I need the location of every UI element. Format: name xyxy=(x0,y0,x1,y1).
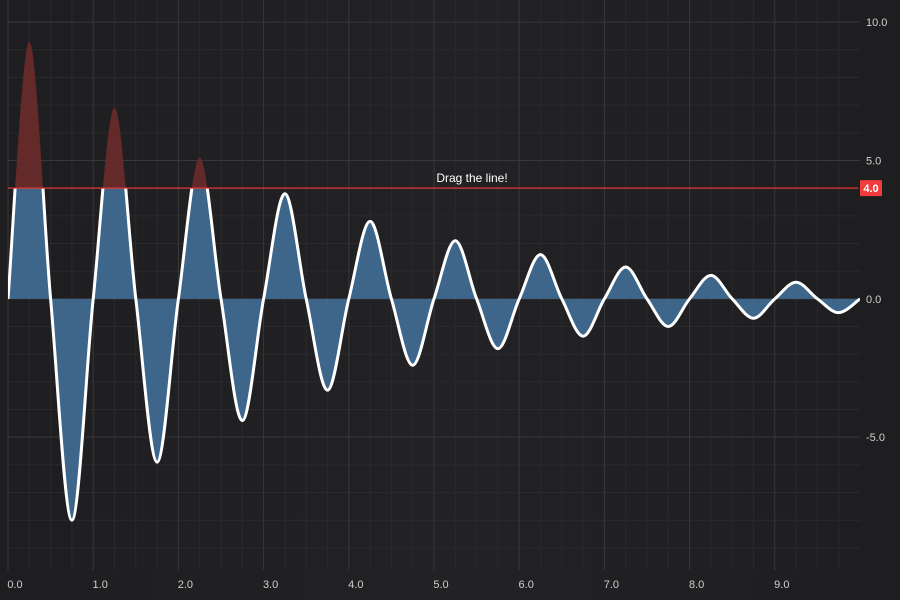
grid-lines xyxy=(7,0,860,570)
x-tick-label: 6.0 xyxy=(519,579,534,591)
x-tick-label: 2.0 xyxy=(178,579,193,591)
threshold-annotation: Drag the line! xyxy=(436,171,507,185)
x-tick-label: 5.0 xyxy=(433,579,448,591)
y-tick-label: -5.0 xyxy=(866,432,885,444)
y-tick-label: 5.0 xyxy=(866,155,881,167)
chart-svg: Drag the line! 4.0 0.0 1.0 2.0 3.0 4.0 5.0 6.0 7… xyxy=(7,0,887,591)
x-tick-label: 3.0 xyxy=(263,579,278,591)
threshold-group[interactable]: Drag the line! 4.0 xyxy=(8,171,882,197)
x-tick-label: 4.0 xyxy=(348,579,363,591)
x-tick-label: 8.0 xyxy=(689,579,704,591)
chart-area: Drag the line! 4.0 0.0 1.0 2.0 3.0 4.0 5.0 6.0 7… xyxy=(0,0,900,600)
x-tick-label: 9.0 xyxy=(774,579,789,591)
x-axis-ticks: 0.0 1.0 2.0 3.0 4.0 5.0 6.0 7.0 8.0 9.0 xyxy=(7,579,789,591)
y-tick-label: 10.0 xyxy=(866,17,887,29)
y-axis-ticks: 10.0 5.0 0.0 -5.0 xyxy=(866,17,887,444)
x-tick-label: 1.0 xyxy=(93,579,108,591)
x-tick-label: 7.0 xyxy=(604,579,619,591)
threshold-badge-label: 4.0 xyxy=(863,183,878,195)
y-tick-label: 0.0 xyxy=(866,294,881,306)
x-tick-label: 0.0 xyxy=(7,579,22,591)
